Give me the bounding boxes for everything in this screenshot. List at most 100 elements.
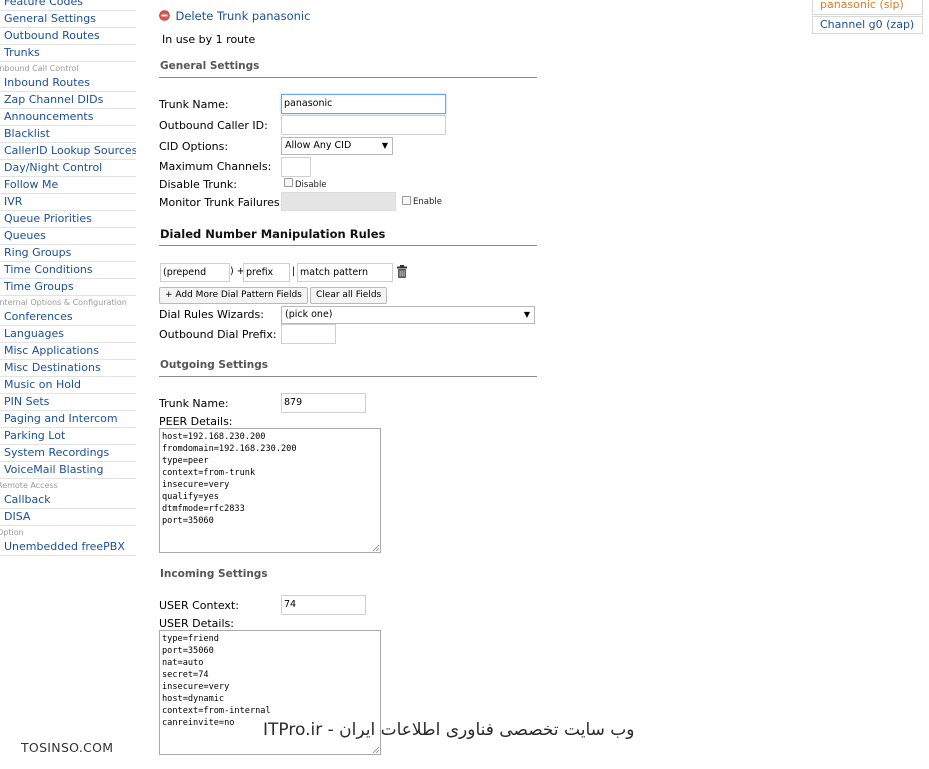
- sidebar-item-misc-applications[interactable]: Misc Applications: [0, 343, 136, 360]
- outbound-cid-label: Outbound Caller ID:: [159, 119, 268, 132]
- textarea-line: type=peer: [162, 456, 209, 466]
- prepend-input[interactable]: (prepend: [160, 263, 230, 282]
- textarea-line: secret=74: [162, 670, 209, 680]
- nav-section-option: Option: [0, 528, 24, 537]
- nav-group-inbound: Inbound Routes Zap Channel DIDs Announceme…: [0, 75, 136, 296]
- clear-fields-button[interactable]: Clear all Fields: [310, 287, 388, 304]
- sidebar-item-music-on-hold[interactable]: Music on Hold: [0, 377, 136, 394]
- prefix-input[interactable]: prefix: [243, 263, 290, 282]
- trunk-list-item-zap[interactable]: Channel g0 (zap): [812, 16, 923, 34]
- sidebar-item-system-recordings[interactable]: System Recordings: [0, 445, 136, 462]
- sidebar-item-queue-priorities[interactable]: Queue Priorities: [0, 211, 136, 228]
- sidebar-item-queues[interactable]: Queues: [0, 228, 136, 245]
- nav-group-top: Feature Codes General Settings Outbound Ro…: [0, 0, 136, 62]
- dial-rules-wizards-value: (pick one): [285, 309, 333, 320]
- sidebar-item-general-settings[interactable]: General Settings: [0, 11, 136, 28]
- sidebar-item-feature-codes[interactable]: Feature Codes: [0, 0, 136, 11]
- watermark-tosinso: TOSINSO.COM: [21, 740, 114, 755]
- sidebar-item-paging-and-intercom[interactable]: Paging and Intercom: [0, 411, 136, 428]
- cid-options-label: CID Options:: [159, 140, 229, 153]
- dial-rules-wizards-select[interactable]: (pick one) ▼: [281, 306, 535, 324]
- divider: [159, 245, 537, 246]
- sidebar-nav: Feature Codes General Settings Outbound Ro…: [0, 0, 136, 556]
- user-context-input[interactable]: 74: [281, 595, 366, 615]
- textarea-line: dtmfmode=rfc2833: [162, 504, 245, 514]
- disable-trunk-checkbox[interactable]: [284, 178, 293, 187]
- resize-handle-icon[interactable]: [372, 746, 379, 753]
- in-use-text: In use by 1 route: [162, 33, 256, 46]
- nav-section-inbound: Inbound Call Control: [0, 64, 79, 73]
- delete-icon: [159, 10, 170, 21]
- dial-rules-title: Dialed Number Manipulation Rules: [160, 227, 386, 241]
- textarea-line: port=35060: [162, 516, 214, 526]
- sidebar-item-ring-groups[interactable]: Ring Groups: [0, 245, 136, 262]
- divider: [159, 77, 537, 78]
- outbound-dial-prefix-label: Outbound Dial Prefix:: [159, 328, 277, 341]
- sidebar-item-misc-destinations[interactable]: Misc Destinations: [0, 360, 136, 377]
- textarea-line: context=from-trunk: [162, 468, 256, 478]
- sidebar-item-callerid-lookup-sources[interactable]: CallerID Lookup Sources: [0, 143, 136, 160]
- user-details-label: USER Details:: [159, 617, 234, 630]
- delete-trunk-link[interactable]: Delete Trunk panasonic: [176, 9, 311, 23]
- textarea-line: type=friend: [162, 634, 219, 644]
- match-pattern-input[interactable]: match pattern: [297, 263, 393, 282]
- sidebar-item-ivr[interactable]: IVR: [0, 194, 136, 211]
- sidebar-item-disa[interactable]: DISA: [0, 509, 136, 526]
- watermark-itpro: ITPro.ir - وب سایت تخصصی فناوری اطلاعات …: [263, 720, 635, 740]
- sidebar-item-callback[interactable]: Callback: [0, 492, 136, 509]
- sidebar-item-announcements[interactable]: Announcements: [0, 109, 136, 126]
- outgoing-trunk-name-label: Trunk Name:: [159, 397, 229, 410]
- textarea-line: qualify=yes: [162, 492, 219, 502]
- outbound-dial-prefix-input[interactable]: [281, 324, 336, 344]
- outgoing-trunk-name-input[interactable]: 879: [281, 393, 366, 413]
- sidebar-item-outbound-routes[interactable]: Outbound Routes: [0, 28, 136, 45]
- cid-options-value: Allow Any CID: [285, 140, 352, 151]
- enable-checkbox-label: Enable: [413, 197, 442, 207]
- sidebar-item-trunks[interactable]: Trunks: [0, 45, 136, 62]
- textarea-line: nat=auto: [162, 658, 204, 668]
- delete-trunk-row[interactable]: Delete Trunk panasonic: [159, 9, 310, 23]
- sidebar-item-time-conditions[interactable]: Time Conditions: [0, 262, 136, 279]
- peer-details-textarea[interactable]: host=192.168.230.200 fromdomain=192.168.2…: [159, 428, 381, 553]
- sidebar-item-day-night-control[interactable]: Day/Night Control: [0, 160, 136, 177]
- nav-section-remote: Remote Access: [0, 481, 58, 490]
- nav-group-remote: Callback DISA: [0, 492, 136, 526]
- textarea-line: context=from-internal: [162, 706, 271, 716]
- dial-rules-wizards-label: Dial Rules Wizards:: [159, 308, 264, 321]
- disable-checkbox-label: Disable: [295, 180, 327, 190]
- sidebar-item-unembedded-freepbx[interactable]: Unembedded freePBX: [0, 539, 136, 556]
- textarea-line: insecure=very: [162, 682, 230, 692]
- nav-section-internal: Internal Options & Configuration: [0, 298, 127, 307]
- pipe-separator: |: [292, 266, 296, 277]
- user-context-label: USER Context:: [159, 599, 239, 612]
- sidebar-item-zap-channel-dids[interactable]: Zap Channel DIDs: [0, 92, 136, 109]
- sidebar-item-pin-sets[interactable]: PIN Sets: [0, 394, 136, 411]
- chevron-down-icon: ▼: [381, 141, 388, 150]
- sidebar-item-conferences[interactable]: Conferences: [0, 309, 136, 326]
- add-dial-pattern-button[interactable]: + Add More Dial Pattern Fields: [159, 287, 308, 304]
- sidebar-item-languages[interactable]: Languages: [0, 326, 136, 343]
- peer-details-label: PEER Details:: [159, 415, 233, 428]
- sidebar-item-follow-me[interactable]: Follow Me: [0, 177, 136, 194]
- textarea-line: fromdomain=192.168.230.200: [162, 444, 297, 454]
- sidebar-item-time-groups[interactable]: Time Groups: [0, 279, 136, 296]
- nav-group-internal: Conferences Languages Misc Applications Mis…: [0, 309, 136, 479]
- sidebar-item-inbound-routes[interactable]: Inbound Routes: [0, 75, 136, 92]
- trunk-list-item-active[interactable]: panasonic (sip): [812, 0, 923, 15]
- max-channels-input[interactable]: [281, 157, 311, 177]
- trunk-name-input[interactable]: panasonic: [281, 94, 446, 114]
- sidebar-item-parking-lot[interactable]: Parking Lot: [0, 428, 136, 445]
- incoming-settings-title: Incoming Settings: [160, 568, 268, 580]
- divider: [159, 376, 537, 377]
- resize-handle-icon[interactable]: [372, 544, 379, 551]
- sidebar-item-blacklist[interactable]: Blacklist: [0, 126, 136, 143]
- monitor-enable-checkbox[interactable]: [402, 196, 411, 205]
- outbound-cid-input[interactable]: [281, 115, 446, 135]
- outgoing-settings-title: Outgoing Settings: [160, 359, 268, 371]
- trash-icon[interactable]: [396, 265, 408, 278]
- sidebar-item-voicemail-blasting[interactable]: VoiceMail Blasting: [0, 462, 136, 479]
- general-settings-title: General Settings: [160, 60, 260, 72]
- cid-options-select[interactable]: Allow Any CID ▼: [281, 137, 393, 155]
- textarea-line: host=192.168.230.200: [162, 432, 266, 442]
- monitor-failures-input[interactable]: [281, 192, 396, 211]
